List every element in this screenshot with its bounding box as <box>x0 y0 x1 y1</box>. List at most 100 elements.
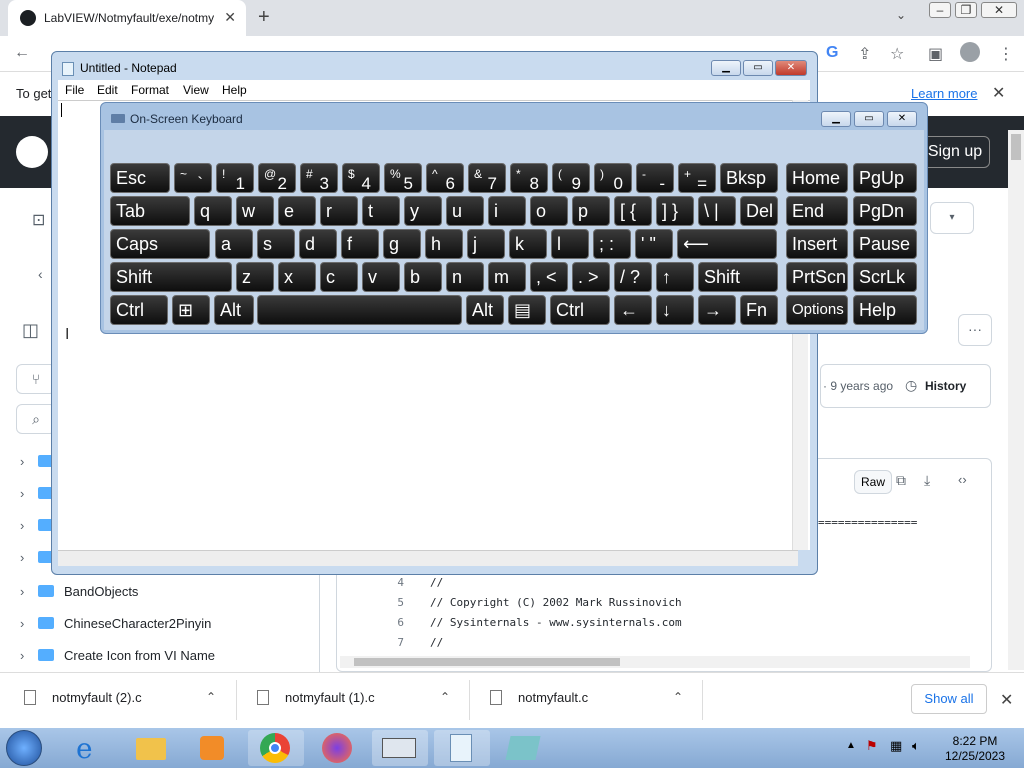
tree-folder-bandobjects[interactable]: › BandObjects <box>20 584 138 599</box>
download-item[interactable]: notmyfault (1).c <box>257 690 375 705</box>
key-help[interactable]: Help <box>853 295 917 325</box>
osk-minimize-button[interactable]: ▁ <box>821 111 851 127</box>
restore-button[interactable]: ❐ <box>955 2 977 18</box>
key-scrlk[interactable]: ScrLk <box>853 262 917 292</box>
key-insert[interactable]: Insert <box>786 229 848 259</box>
download-item[interactable]: notmyfault.c <box>490 690 588 705</box>
chevron-up-icon[interactable]: ⌃ <box>440 690 450 704</box>
key-b[interactable]: b <box>404 262 442 292</box>
close-tab-icon[interactable]: ✕ <box>224 9 236 26</box>
notepad-maximize-button[interactable]: ▭ <box>743 60 773 76</box>
key-alt[interactable]: Alt <box>466 295 504 325</box>
taskbar-clock[interactable]: 8:22 PM 12/25/2023 <box>930 734 1020 764</box>
notepad-horizontal-scrollbar[interactable] <box>58 550 798 566</box>
key-prtscn[interactable]: PrtScn <box>786 262 848 292</box>
sign-up-button[interactable]: Sign up <box>920 136 990 168</box>
key-x[interactable]: x <box>278 262 316 292</box>
close-downloads-icon[interactable]: ✕ <box>1000 690 1013 710</box>
key--[interactable]: -- <box>636 163 674 193</box>
key-g[interactable]: g <box>383 229 421 259</box>
sidebar-toggle-icon[interactable]: ◫ <box>22 320 39 341</box>
key-8[interactable]: * 8 <box>510 163 548 193</box>
key-r[interactable]: r <box>320 196 358 226</box>
key-3[interactable]: #3 <box>300 163 338 193</box>
key-s[interactable]: s <box>257 229 295 259</box>
key-home[interactable]: Home <box>786 163 848 193</box>
key-space[interactable] <box>257 295 462 325</box>
firefox-taskbar-icon[interactable] <box>310 730 366 766</box>
google-lens-icon[interactable]: G <box>826 44 838 62</box>
chevron-up-icon[interactable]: ⌃ <box>673 690 683 704</box>
key-i[interactable]: i <box>488 196 526 226</box>
action-center-icon[interactable]: ⚑ <box>866 738 878 754</box>
key-\-|[interactable]: \ | <box>698 196 736 226</box>
key-del[interactable]: Del <box>740 196 778 226</box>
share-icon[interactable]: ⇪ <box>858 44 871 64</box>
app-taskbar-icon[interactable] <box>496 730 552 766</box>
key-f[interactable]: f <box>341 229 379 259</box>
key-=[interactable]: + = <box>678 163 716 193</box>
osk-close-button[interactable]: ✕ <box>887 111 917 127</box>
key-y[interactable]: y <box>404 196 442 226</box>
key-↑[interactable]: ↑ <box>656 262 694 292</box>
key-u[interactable]: u <box>446 196 484 226</box>
collapse-chevron-icon[interactable]: ‹ <box>38 266 43 282</box>
key-esc[interactable]: Esc <box>110 163 170 193</box>
key-↓[interactable]: ↓ <box>656 295 694 325</box>
download-icon[interactable]: ⤓ <box>924 472 930 489</box>
github-logo-icon[interactable] <box>16 136 48 168</box>
notepad-minimize-button[interactable]: ▁ <box>711 60 741 76</box>
side-panel-icon[interactable]: ▣ <box>928 44 943 64</box>
branch-icon[interactable]: ⑂ <box>16 364 56 394</box>
key-5[interactable]: % 5 <box>384 163 422 193</box>
key-;-:[interactable]: ; : <box>593 229 631 259</box>
key-l[interactable]: l <box>551 229 589 259</box>
key-fn[interactable]: Fn <box>740 295 778 325</box>
close-window-button[interactable]: ✕ <box>981 2 1017 18</box>
key-h[interactable]: h <box>425 229 463 259</box>
key-ctrl[interactable]: Ctrl <box>110 295 168 325</box>
menu-help[interactable]: Help <box>222 83 247 97</box>
code-horizontal-scrollbar[interactable] <box>340 656 970 668</box>
key-]-}[interactable]: ] } <box>656 196 694 226</box>
ie-taskbar-icon[interactable]: e <box>62 730 118 766</box>
notepad-taskbar-icon[interactable] <box>434 730 490 766</box>
start-button[interactable] <box>6 730 42 766</box>
key-6[interactable]: ^ 6 <box>426 163 464 193</box>
osk-maximize-button[interactable]: ▭ <box>854 111 884 127</box>
key-a[interactable]: a <box>215 229 253 259</box>
page-scrollbar-thumb[interactable] <box>1011 134 1021 160</box>
browser-tab[interactable]: LabVIEW/Notmyfault/exe/notmy ✕ <box>8 0 246 36</box>
key-pgup[interactable]: PgUp <box>853 163 917 193</box>
history-link[interactable]: History <box>925 379 966 393</box>
learn-more-link[interactable]: Learn more <box>911 86 977 101</box>
dropdown-chevron-icon[interactable]: ▾ <box>930 202 974 234</box>
profile-avatar[interactable] <box>960 42 980 62</box>
key-←[interactable]: ← <box>614 295 652 325</box>
key-pgdn[interactable]: PgDn <box>853 196 917 226</box>
tree-folder-chinesecharacter[interactable]: › ChineseCharacter2Pinyin <box>20 616 211 631</box>
page-scrollbar[interactable] <box>1008 130 1024 670</box>
key-q[interactable]: q <box>194 196 232 226</box>
menu-kebab-icon[interactable]: ⋮ <box>998 44 1014 64</box>
media-player-taskbar-icon[interactable] <box>186 730 242 766</box>
copy-icon[interactable]: ⧉ <box>896 472 906 489</box>
repo-icon[interactable]: ⊡ <box>32 210 45 230</box>
tray-expand-icon[interactable]: ▲ <box>846 740 856 751</box>
key-e[interactable]: e <box>278 196 316 226</box>
key-⊞[interactable]: ⊞ <box>172 295 210 325</box>
key-tab[interactable]: Tab <box>110 196 190 226</box>
back-arrow-icon[interactable]: ← <box>14 44 30 62</box>
key-2[interactable]: @2 <box>258 163 296 193</box>
code-embed-icon[interactable]: ‹› <box>958 472 967 487</box>
key-n[interactable]: n <box>446 262 484 292</box>
osk-taskbar-icon[interactable] <box>372 730 428 766</box>
key-▤[interactable]: ▤ <box>508 295 546 325</box>
key-options[interactable]: Options <box>786 295 848 325</box>
key-4[interactable]: $4 <box>342 163 380 193</box>
explorer-taskbar-icon[interactable] <box>124 730 180 766</box>
download-item[interactable]: notmyfault (2).c <box>24 690 142 705</box>
key-9[interactable]: (9 <box>552 163 590 193</box>
new-tab-button[interactable]: + <box>258 6 270 29</box>
key-d[interactable]: d <box>299 229 337 259</box>
